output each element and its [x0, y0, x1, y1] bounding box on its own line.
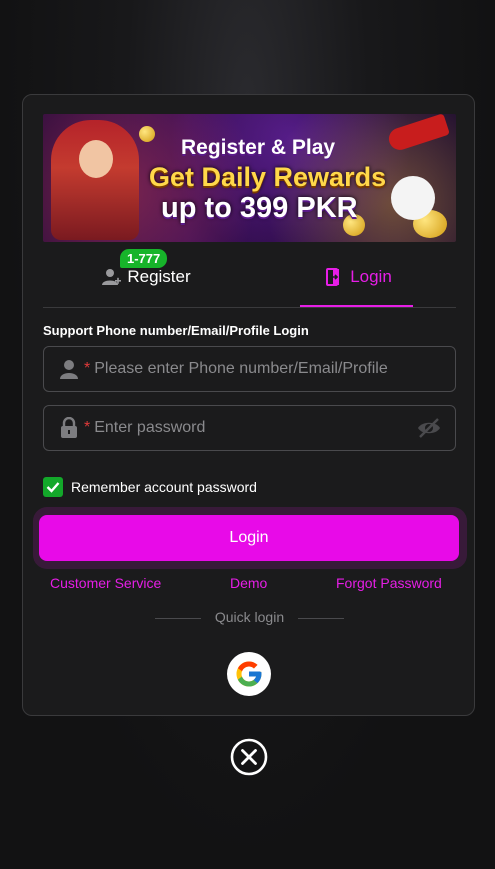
- tab-register-label: Register: [127, 267, 191, 286]
- divider-line: [298, 617, 345, 619]
- remember-label: Remember account password: [71, 479, 257, 495]
- banner-line-3: up to 399 PKR: [161, 192, 358, 224]
- quick-login-divider: Quick login: [23, 609, 476, 625]
- register-bonus-badge: 1-777: [120, 249, 168, 268]
- tab-login[interactable]: Login: [283, 247, 433, 307]
- tab-register[interactable]: 1-777 Register: [43, 247, 249, 307]
- login-modal: Register & Play Get Daily Rewards up to …: [22, 94, 475, 716]
- required-mark: *: [84, 360, 91, 377]
- google-icon: [236, 661, 262, 687]
- login-door-icon: [326, 268, 340, 286]
- divider-line: [154, 617, 201, 619]
- login-button-glow: Login: [33, 507, 467, 569]
- close-icon[interactable]: [230, 738, 268, 776]
- login-method-label: Support Phone number/Email/Profile Login: [43, 323, 309, 338]
- user-icon: [60, 360, 78, 379]
- password-input[interactable]: [92, 418, 455, 438]
- required-mark: *: [84, 419, 91, 436]
- lock-icon: [61, 417, 77, 438]
- banner-line-1: Register & Play: [181, 136, 336, 159]
- promo-banner[interactable]: Register & Play Get Daily Rewards up to …: [43, 114, 456, 242]
- remember-password[interactable]: Remember account password: [43, 477, 257, 497]
- password-field[interactable]: *: [43, 405, 456, 451]
- forgot-password-link[interactable]: Forgot Password: [336, 575, 442, 591]
- eye-slash-icon[interactable]: [417, 417, 441, 439]
- account-input[interactable]: [92, 359, 455, 379]
- banner-character: [51, 120, 139, 240]
- demo-link[interactable]: Demo: [230, 575, 267, 591]
- quick-login-label: Quick login: [214, 609, 285, 625]
- auth-tabs: 1-777 Register Login: [43, 247, 456, 308]
- tab-login-label: Login: [350, 267, 392, 286]
- banner-line-2: Get Daily Rewards: [149, 162, 387, 192]
- coin-graphic: [139, 126, 155, 142]
- remember-checkbox[interactable]: [43, 477, 63, 497]
- chicken-graphic: [391, 176, 435, 220]
- check-icon: [46, 482, 60, 493]
- google-login-button[interactable]: [227, 652, 271, 696]
- register-user-icon: [102, 269, 122, 285]
- customer-service-link[interactable]: Customer Service: [50, 575, 161, 591]
- login-button[interactable]: Login: [39, 515, 459, 561]
- account-field[interactable]: *: [43, 346, 456, 392]
